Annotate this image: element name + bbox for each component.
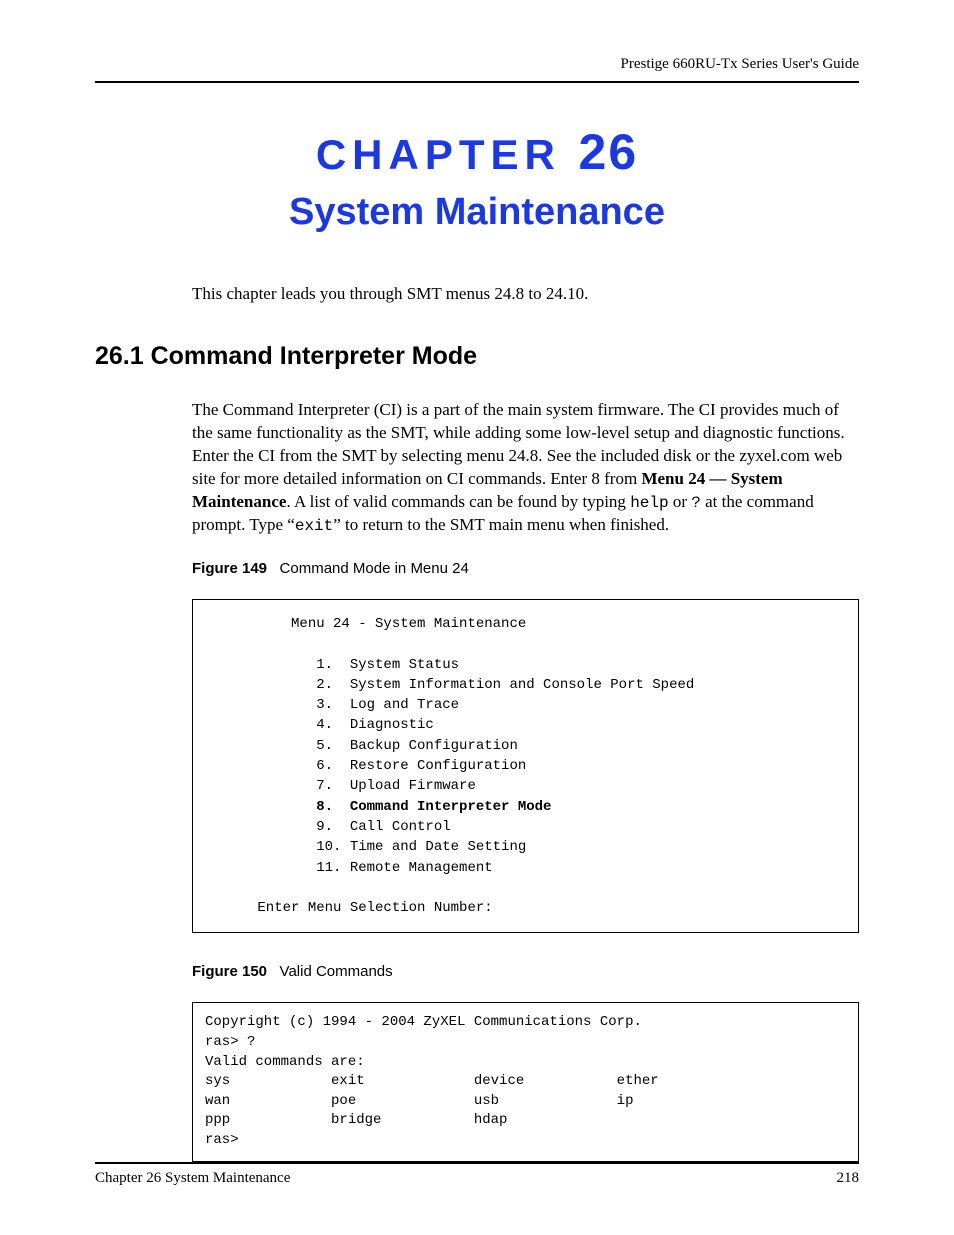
para-code-help: help bbox=[630, 494, 668, 512]
figure-caption-text: Command Mode in Menu 24 bbox=[280, 560, 469, 577]
para-text: ” to return to the SMT main menu when fi… bbox=[333, 515, 669, 534]
para-code-q: ? bbox=[691, 494, 701, 512]
figure-149-box: Menu 24 - System Maintenance 1. System S… bbox=[192, 599, 859, 933]
footer-rule bbox=[95, 1162, 859, 1164]
section-heading: 26.1 Command Interpreter Mode bbox=[95, 342, 859, 371]
figure-label: Figure 150 bbox=[192, 963, 267, 980]
figure-149-caption: Figure 149 Command Mode in Menu 24 bbox=[192, 560, 859, 577]
menu-content: Menu 24 - System Maintenance 1. System S… bbox=[207, 614, 844, 918]
section-body: The Command Interpreter (CI) is a part o… bbox=[192, 399, 859, 538]
footer-page-number: 218 bbox=[837, 1170, 860, 1187]
chapter-label-word: CHAPTER bbox=[316, 131, 561, 178]
para-text: or bbox=[669, 492, 692, 511]
chapter-number: 26 bbox=[579, 124, 639, 180]
header-guide-title: Prestige 660RU-Tx Series User's Guide bbox=[95, 56, 859, 73]
para-code-exit: exit bbox=[295, 517, 333, 535]
footer-chapter-ref: Chapter 26 System Maintenance bbox=[95, 1170, 290, 1187]
figure-150-box: Copyright (c) 1994 - 2004 ZyXEL Communic… bbox=[192, 1002, 859, 1161]
page-footer: Chapter 26 System Maintenance 218 bbox=[95, 1162, 859, 1187]
figure-label: Figure 149 bbox=[192, 560, 267, 577]
figure-150-caption: Figure 150 Valid Commands bbox=[192, 963, 859, 980]
chapter-label: CHAPTER 26 bbox=[95, 123, 859, 181]
document-page: Prestige 660RU-Tx Series User's Guide CH… bbox=[0, 0, 954, 1230]
chapter-title: System Maintenance bbox=[95, 191, 859, 234]
figure-caption-text: Valid Commands bbox=[280, 963, 393, 980]
para-text: . A list of valid commands can be found … bbox=[286, 492, 630, 511]
header-rule bbox=[95, 81, 859, 83]
chapter-intro: This chapter leads you through SMT menus… bbox=[192, 284, 859, 304]
